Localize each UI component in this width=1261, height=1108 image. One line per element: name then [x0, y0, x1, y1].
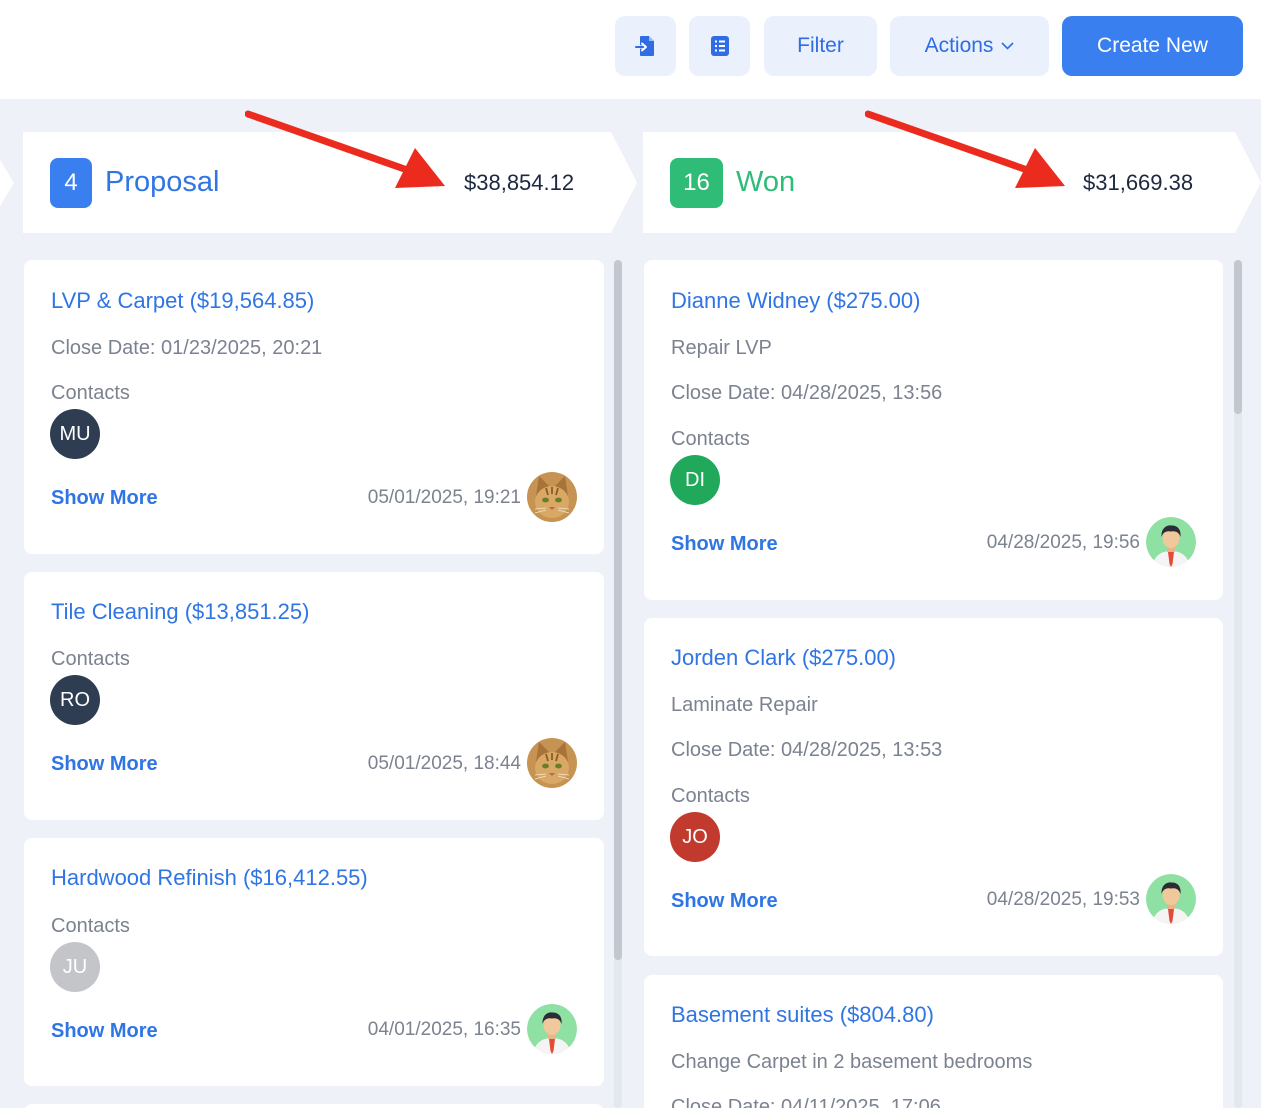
man-avatar: [527, 1004, 577, 1054]
cat-avatar: [527, 472, 577, 522]
show-more-link[interactable]: Show More: [51, 487, 158, 510]
deal-card[interactable]: Tile Cleaning ($13,851.25) Contacts RO S…: [24, 572, 604, 820]
stage-total: $38,854.12: [464, 170, 575, 195]
timestamp: 04/01/2025, 16:35: [367, 1019, 521, 1040]
create-new-label: Create New: [1097, 34, 1208, 57]
deal-card[interactable]: [24, 1104, 604, 1108]
timestamp: 05/01/2025, 18:44: [367, 753, 521, 774]
man-avatar: [1146, 517, 1196, 567]
cat-avatar: [527, 738, 577, 788]
show-more-link[interactable]: Show More: [671, 533, 778, 556]
scrollbar-thumb[interactable]: [614, 260, 622, 960]
timestamp: 04/28/2025, 19:53: [986, 889, 1140, 910]
deal-title[interactable]: Basement suites ($804.80): [671, 1002, 934, 1028]
actions-label: Actions: [924, 34, 994, 57]
contact-avatar[interactable]: JU: [50, 942, 100, 992]
deal-description: Change Carpet in 2 basement bedrooms: [671, 1051, 1033, 1073]
import-file-icon: [634, 34, 657, 58]
deal-description: Laminate Repair: [671, 694, 818, 716]
contact-avatar[interactable]: JO: [670, 812, 720, 862]
list-view-icon: [710, 35, 730, 57]
close-date: Close Date: 04/28/2025, 13:53: [671, 739, 943, 761]
chevron-down-icon: [1001, 42, 1015, 50]
contacts-label: Contacts: [671, 785, 750, 807]
close-date: Close Date: 04/11/2025, 17:06: [671, 1096, 941, 1108]
deal-title[interactable]: Tile Cleaning ($13,851.25): [51, 599, 309, 625]
stage-count-badge: 4: [50, 157, 92, 208]
actions-dropdown[interactable]: Actions: [890, 16, 1049, 76]
deal-title[interactable]: Jorden Clark ($275.00): [671, 645, 896, 671]
top-toolbar: Filter Actions Create New: [0, 0, 1261, 99]
contacts-label: Contacts: [51, 382, 130, 404]
stage-name: Won: [736, 166, 796, 198]
scrollbar-track[interactable]: [614, 260, 622, 1108]
stage-header-proposal: 4 Proposal $38,854.12: [23, 132, 637, 233]
close-date: Close Date: 01/23/2025, 20:21: [51, 337, 323, 359]
contacts-label: Contacts: [51, 915, 130, 937]
contact-avatar[interactable]: RO: [50, 675, 100, 725]
previous-stage-edge: [0, 160, 14, 206]
list-view-button[interactable]: [689, 16, 750, 76]
filter-label: Filter: [797, 34, 844, 57]
contacts-label: Contacts: [671, 428, 750, 450]
deal-card[interactable]: Jorden Clark ($275.00) Laminate Repair C…: [644, 618, 1223, 956]
timestamp: 05/01/2025, 19:21: [367, 487, 521, 508]
import-button[interactable]: [615, 16, 676, 76]
timestamp: 04/28/2025, 19:56: [986, 532, 1140, 553]
stage-total: $31,669.38: [1083, 170, 1194, 195]
contact-avatar[interactable]: DI: [670, 455, 720, 505]
deal-card[interactable]: Hardwood Refinish ($16,412.55) Contacts …: [24, 838, 604, 1086]
show-more-link[interactable]: Show More: [51, 753, 158, 776]
show-more-link[interactable]: Show More: [671, 890, 778, 913]
filter-button[interactable]: Filter: [764, 16, 877, 76]
show-more-link[interactable]: Show More: [51, 1020, 158, 1043]
stage-name: Proposal: [105, 166, 220, 198]
deal-title[interactable]: Hardwood Refinish ($16,412.55): [51, 865, 368, 891]
close-date: Close Date: 04/28/2025, 13:56: [671, 382, 943, 404]
deal-title[interactable]: LVP & Carpet ($19,564.85): [51, 288, 314, 314]
deal-description: Repair LVP: [671, 337, 772, 359]
man-avatar: [1146, 874, 1196, 924]
stage-header-won: 16 Won $31,669.38: [643, 132, 1261, 233]
deal-title[interactable]: Dianne Widney ($275.00): [671, 288, 920, 314]
deal-card[interactable]: Basement suites ($804.80) Change Carpet …: [644, 975, 1223, 1108]
scrollbar-track[interactable]: [1234, 260, 1242, 1108]
create-new-button[interactable]: Create New: [1062, 16, 1243, 76]
stage-count-badge: 16: [670, 157, 723, 208]
contacts-label: Contacts: [51, 648, 130, 670]
deal-card[interactable]: Dianne Widney ($275.00) Repair LVP Close…: [644, 260, 1223, 600]
scrollbar-thumb[interactable]: [1234, 260, 1242, 414]
contact-avatar[interactable]: MU: [50, 409, 100, 459]
deal-card[interactable]: LVP & Carpet ($19,564.85) Close Date: 01…: [24, 260, 604, 554]
